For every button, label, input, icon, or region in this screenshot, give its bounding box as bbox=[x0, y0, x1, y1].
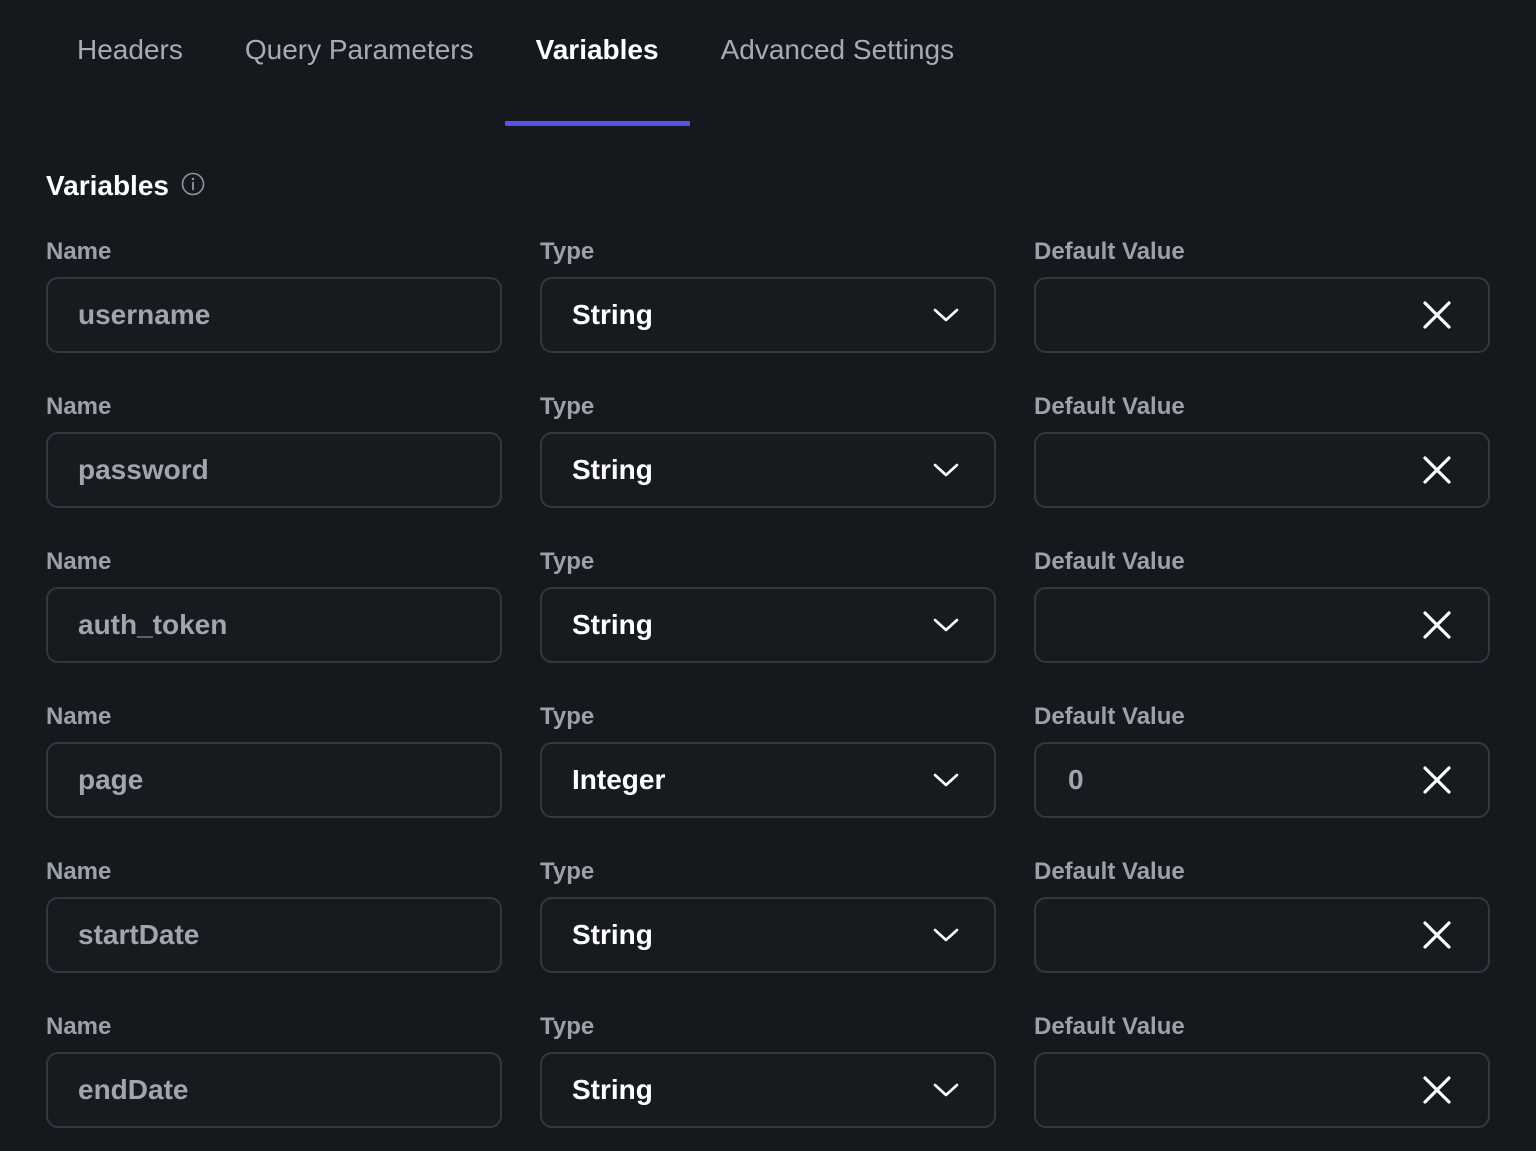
default-value-input[interactable]: 0 bbox=[1034, 742, 1490, 818]
close-icon[interactable] bbox=[1422, 1075, 1452, 1105]
variable-type-value: String bbox=[572, 299, 653, 330]
default-value-label: Default Value bbox=[1034, 1013, 1185, 1040]
variable-type-select[interactable]: String bbox=[540, 277, 996, 353]
default-value-label: Default Value bbox=[1034, 393, 1185, 420]
variable-type-select[interactable]: String bbox=[540, 432, 996, 508]
chevron-down-icon bbox=[933, 308, 959, 322]
variable-type-value: String bbox=[572, 1074, 653, 1105]
tab-bar: Headers Query Parameters Variables Advan… bbox=[46, 0, 985, 128]
name-label: Name bbox=[46, 858, 112, 885]
variable-name-value: password bbox=[78, 454, 209, 485]
default-value-input[interactable] bbox=[1034, 587, 1490, 663]
type-label: Type bbox=[540, 238, 595, 265]
name-label: Name bbox=[46, 1013, 112, 1040]
variable-row: Name startDate Type String Default Value bbox=[46, 856, 1490, 1011]
variable-name-input[interactable]: password bbox=[46, 432, 502, 508]
type-field: Type String bbox=[540, 391, 996, 546]
variable-name-input[interactable]: endDate bbox=[46, 1052, 502, 1128]
close-icon[interactable] bbox=[1422, 610, 1452, 640]
variable-name-input[interactable]: page bbox=[46, 742, 502, 818]
type-label: Type bbox=[540, 393, 595, 420]
default-field: Default Value bbox=[1034, 1011, 1490, 1151]
default-value-text: 0 bbox=[1068, 764, 1084, 795]
variable-type-select[interactable]: String bbox=[540, 1052, 996, 1128]
variable-name-input[interactable]: auth_token bbox=[46, 587, 502, 663]
chevron-down-icon bbox=[933, 928, 959, 942]
variable-name-value: username bbox=[78, 299, 211, 330]
variable-row: Name endDate Type String Default Value bbox=[46, 1011, 1490, 1151]
type-field: Type String bbox=[540, 856, 996, 1011]
default-field: Default Value bbox=[1034, 236, 1490, 391]
variable-name-value: startDate bbox=[78, 919, 200, 950]
type-label: Type bbox=[540, 858, 595, 885]
name-field: Name auth_token bbox=[46, 546, 502, 701]
variable-type-value: String bbox=[572, 919, 653, 950]
name-field: Name username bbox=[46, 236, 502, 391]
default-value-input[interactable] bbox=[1034, 897, 1490, 973]
name-field: Name password bbox=[46, 391, 502, 546]
variable-type-select[interactable]: Integer bbox=[540, 742, 996, 818]
variable-row: Name page Type Integer Default Value 0 bbox=[46, 701, 1490, 856]
name-field: Name endDate bbox=[46, 1011, 502, 1151]
default-value-input[interactable] bbox=[1034, 432, 1490, 508]
variable-name-value: auth_token bbox=[78, 609, 228, 640]
type-label: Type bbox=[540, 1013, 595, 1040]
name-field: Name startDate bbox=[46, 856, 502, 1011]
default-value-label: Default Value bbox=[1034, 703, 1185, 730]
variable-type-value: Integer bbox=[572, 764, 666, 795]
tab-variables[interactable]: Variables bbox=[504, 0, 690, 126]
section-title: Variables bbox=[46, 170, 169, 201]
chevron-down-icon bbox=[933, 773, 959, 787]
info-icon[interactable] bbox=[181, 172, 205, 196]
chevron-down-icon bbox=[933, 1083, 959, 1097]
tab-query-parameters[interactable]: Query Parameters bbox=[214, 0, 505, 126]
default-value-input[interactable] bbox=[1034, 277, 1490, 353]
variable-type-value: String bbox=[572, 609, 653, 640]
type-label: Type bbox=[540, 548, 595, 575]
default-value-label: Default Value bbox=[1034, 238, 1185, 265]
chevron-down-icon bbox=[933, 463, 959, 477]
variable-name-input[interactable]: startDate bbox=[46, 897, 502, 973]
chevron-down-icon bbox=[933, 618, 959, 632]
variable-row: Name password Type String Default Value bbox=[46, 391, 1490, 546]
section-header: Variables bbox=[46, 170, 205, 202]
variable-type-value: String bbox=[572, 454, 653, 485]
type-field: Type String bbox=[540, 236, 996, 391]
close-icon[interactable] bbox=[1422, 920, 1452, 950]
default-field: Default Value 0 bbox=[1034, 701, 1490, 856]
tab-headers[interactable]: Headers bbox=[46, 0, 214, 126]
variable-name-value: endDate bbox=[78, 1074, 189, 1105]
default-value-label: Default Value bbox=[1034, 858, 1185, 885]
variable-type-select[interactable]: String bbox=[540, 587, 996, 663]
variable-name-input[interactable]: username bbox=[46, 277, 502, 353]
name-field: Name page bbox=[46, 701, 502, 856]
variable-type-select[interactable]: String bbox=[540, 897, 996, 973]
close-icon[interactable] bbox=[1422, 765, 1452, 795]
type-label: Type bbox=[540, 703, 595, 730]
variable-name-value: page bbox=[78, 764, 144, 795]
default-field: Default Value bbox=[1034, 546, 1490, 701]
name-label: Name bbox=[46, 548, 112, 575]
name-label: Name bbox=[46, 238, 112, 265]
tab-advanced-settings[interactable]: Advanced Settings bbox=[690, 0, 986, 126]
default-value-input[interactable] bbox=[1034, 1052, 1490, 1128]
default-field: Default Value bbox=[1034, 856, 1490, 1011]
type-field: Type Integer bbox=[540, 701, 996, 856]
default-field: Default Value bbox=[1034, 391, 1490, 546]
type-field: Type String bbox=[540, 546, 996, 701]
default-value-label: Default Value bbox=[1034, 548, 1185, 575]
type-field: Type String bbox=[540, 1011, 996, 1151]
name-label: Name bbox=[46, 393, 112, 420]
variable-row: Name auth_token Type String Default Valu… bbox=[46, 546, 1490, 701]
close-icon[interactable] bbox=[1422, 300, 1452, 330]
variables-list: Name username Type String Default Value bbox=[46, 236, 1490, 1151]
variable-row: Name username Type String Default Value bbox=[46, 236, 1490, 391]
name-label: Name bbox=[46, 703, 112, 730]
variables-panel: Headers Query Parameters Variables Advan… bbox=[0, 0, 1536, 1151]
close-icon[interactable] bbox=[1422, 455, 1452, 485]
